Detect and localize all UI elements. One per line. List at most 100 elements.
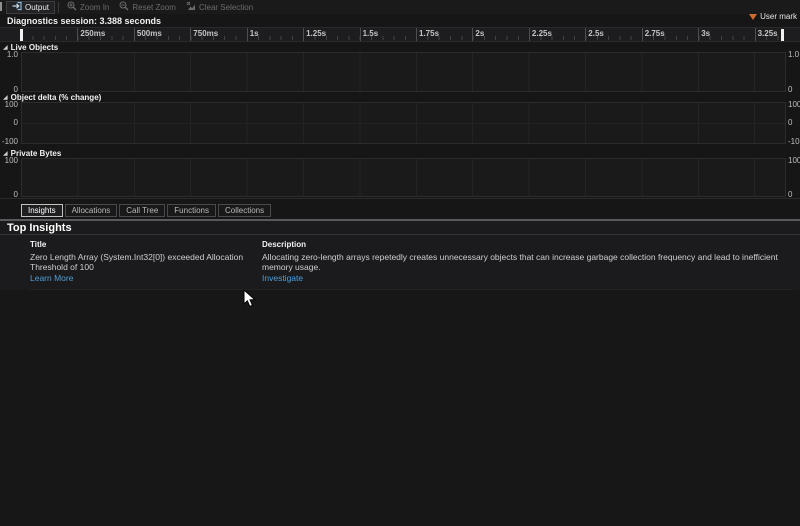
user-mark-legend: User mark: [749, 12, 797, 21]
output-icon: [12, 1, 22, 13]
ruler-tick-label: 3s: [701, 29, 711, 38]
ruler-tick-label: 750ms: [193, 29, 219, 38]
tab-label: Insights: [28, 206, 56, 215]
ruler-tick: 1.25s: [303, 28, 326, 41]
output-button[interactable]: Output: [6, 0, 56, 14]
toolbar-separator: [58, 1, 60, 13]
ruler-tick-label: 2.5s: [588, 29, 604, 38]
column-header-title: Title: [30, 240, 47, 249]
ruler-tick: 250ms: [77, 28, 105, 41]
y-axis-right: 1.0 0: [786, 50, 800, 94]
session-label: Diagnostics session: 3.388 seconds: [7, 15, 162, 26]
private-bytes-plot[interactable]: [21, 158, 786, 197]
user-mark-label: User mark: [760, 12, 797, 21]
reset-zoom-icon: [119, 1, 129, 13]
y-axis-left: 100 0: [0, 156, 21, 199]
axis-label: 100: [788, 156, 800, 165]
clear-selection-label: Clear Selection: [198, 2, 254, 12]
clear-selection-icon: [186, 1, 196, 13]
charts-area: ◢ Live Objects 1.0 0 1.0 0 ◢ Object delt…: [0, 43, 800, 199]
selection-start-handle[interactable]: [20, 29, 23, 41]
reset-zoom-button[interactable]: Reset Zoom: [114, 1, 181, 14]
ruler-tick-label: 500ms: [136, 29, 162, 38]
y-axis-right: 100 0 -100: [786, 100, 800, 146]
axis-label: -100: [788, 137, 800, 146]
tab-label: Call Tree: [126, 206, 159, 215]
chart-section-live-objects: ◢ Live Objects 1.0 0 1.0 0: [0, 43, 800, 94]
axis-label: 0: [788, 118, 793, 127]
ruler-tick-label: 3.25s: [757, 29, 778, 38]
y-axis-left: 1.0 0: [0, 50, 21, 94]
zoom-in-button[interactable]: Zoom In: [62, 1, 114, 14]
ruler-tick-label: 2.75s: [644, 29, 665, 38]
ruler-tick: 1s: [246, 28, 259, 41]
chart-title: Object delta (% change): [10, 93, 102, 102]
ruler-tick: 3.25s: [754, 28, 778, 41]
bottom-tabbar: Insights Allocations Call Tree Functions…: [21, 204, 800, 217]
insight-title-cell: Zero Length Array (System.Int32[0]) exce…: [30, 252, 262, 283]
tab-label: Allocations: [71, 206, 111, 215]
axis-label: 0: [13, 85, 18, 94]
insights-panel: Top Insights Title Description Zero Leng…: [0, 221, 800, 526]
insight-title: Zero Length Array (System.Int32[0]) exce…: [30, 252, 244, 272]
session-row: Diagnostics session: 3.388 seconds: [0, 14, 800, 27]
axis-label: 0: [788, 190, 793, 199]
tab-insights[interactable]: Insights: [21, 204, 63, 217]
zoom-in-label: Zoom In: [80, 2, 110, 12]
tab-allocations[interactable]: Allocations: [64, 204, 118, 217]
diagnostics-session-window: Output Zoom In Reset Zoom Clear Selectio…: [0, 0, 800, 526]
y-axis-left: 100 0 -100: [0, 100, 21, 146]
ruler-tick-label: 1s: [249, 29, 259, 38]
ruler-tick: 500ms: [133, 28, 162, 41]
ruler-tick: 3s: [698, 28, 710, 41]
chart-section-private-bytes: ◢ Private Bytes 100 0 100 0: [0, 149, 800, 199]
object-delta-plot[interactable]: [21, 102, 786, 144]
insights-table-header: Title Description: [30, 240, 792, 252]
ruler-tick: 1.5s: [359, 28, 378, 41]
insight-description-cell: Allocating zero-length arrays repetedly …: [262, 252, 792, 283]
ruler-tick: 2s: [472, 28, 484, 41]
selection-end-handle[interactable]: [781, 29, 784, 41]
timeline-ruler[interactable]: 250ms 500ms 750ms 1s 1.25s 1.5s 1.75s 2s…: [0, 27, 800, 42]
ruler-tick-label: 1.5s: [362, 29, 379, 38]
insight-row: Zero Length Array (System.Int32[0]) exce…: [30, 252, 792, 290]
ruler-tick: 2.25s: [528, 28, 552, 41]
toolbar: Output Zoom In Reset Zoom Clear Selectio…: [0, 0, 800, 14]
panel-title: Top Insights: [7, 221, 72, 234]
live-objects-plot[interactable]: [21, 52, 786, 92]
axis-label: 0: [788, 85, 793, 94]
y-axis-right: 100 0: [786, 156, 800, 199]
axis-label: 1.0: [6, 50, 18, 59]
ruler-tick-label: 2s: [475, 29, 485, 38]
ruler-tick: 1.75s: [416, 28, 439, 41]
tab-collections[interactable]: Collections: [217, 204, 272, 217]
user-mark-icon: [749, 13, 758, 20]
tab-call-tree[interactable]: Call Tree: [119, 204, 166, 217]
clear-selection-button[interactable]: Clear Selection: [181, 1, 258, 14]
zoom-in-icon: [67, 1, 77, 13]
chart-title: Private Bytes: [10, 149, 62, 158]
ruler-tick-label: 1.75s: [419, 29, 440, 38]
axis-label: 1.0: [788, 50, 800, 59]
ruler-tick: 750ms: [190, 28, 218, 41]
tab-functions[interactable]: Functions: [167, 204, 216, 217]
ruler-tick-label: 2.25s: [531, 29, 552, 38]
chart-header-private-bytes[interactable]: ◢ Private Bytes: [3, 149, 800, 158]
axis-label: 0: [13, 118, 18, 127]
output-button-label: Output: [25, 2, 50, 12]
ruler-tick: 2.75s: [641, 28, 665, 41]
column-header-description: Description: [262, 240, 307, 249]
investigate-link[interactable]: Investigate: [262, 273, 780, 283]
chart-header-object-delta[interactable]: ◢ Object delta (% change): [3, 93, 800, 102]
axis-label: 100: [4, 100, 18, 109]
reset-zoom-label: Reset Zoom: [132, 2, 176, 12]
insight-description: Allocating zero-length arrays repetedly …: [262, 252, 778, 272]
chart-header-live-objects[interactable]: ◢ Live Objects: [3, 43, 800, 52]
ruler-minor-ticks: [21, 36, 786, 40]
axis-label: 100: [4, 156, 18, 165]
ruler-tick-label: 250ms: [80, 29, 106, 38]
axis-label: 0: [13, 190, 18, 199]
tab-label: Functions: [174, 206, 209, 215]
tab-label: Collections: [224, 206, 265, 215]
learn-more-link[interactable]: Learn More: [30, 273, 250, 283]
